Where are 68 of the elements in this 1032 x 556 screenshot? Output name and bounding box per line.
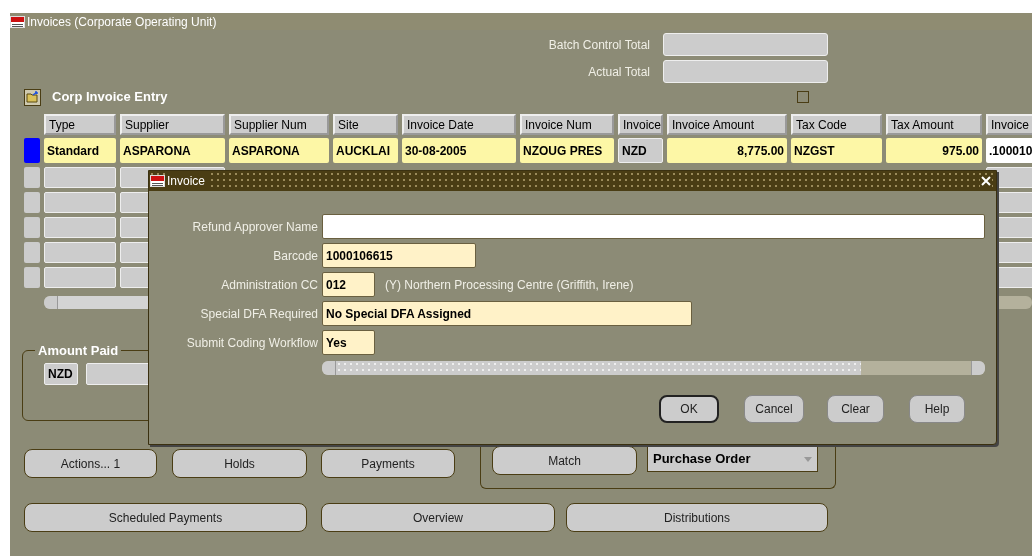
button[interactable]: Match	[492, 446, 637, 475]
checkbox[interactable]	[797, 91, 809, 103]
table-cell[interactable]: NZD	[618, 138, 663, 163]
row-marker[interactable]	[24, 242, 40, 263]
field-description: (Y) Northern Processing Centre (Griffith, Irene)	[385, 276, 634, 294]
row-marker[interactable]	[24, 138, 40, 163]
input-field[interactable]: 012	[322, 272, 375, 297]
table-cell[interactable]: 30-08-2005	[402, 138, 516, 163]
button[interactable]: Help	[909, 395, 965, 423]
table-cell[interactable]: NZOUG PRES	[520, 138, 614, 163]
currency-field[interactable]: NZD	[44, 362, 78, 385]
table-cell[interactable]	[44, 192, 116, 213]
table-cell[interactable]: ASPARONA	[229, 138, 329, 163]
column-header[interactable]: Site	[333, 114, 398, 135]
window-title: Invoices (Corporate Operating Unit)	[27, 13, 217, 31]
table-cell[interactable]: .100010	[986, 138, 1032, 163]
button[interactable]: Scheduled Payments	[24, 503, 307, 532]
table-cell[interactable]: 975.00	[886, 138, 982, 163]
column-header[interactable]: Invoice Num	[520, 114, 614, 135]
field-label: Actual Total	[588, 63, 650, 81]
column-header[interactable]: Tax Code	[791, 114, 882, 135]
button[interactable]: Overview	[321, 503, 555, 532]
button[interactable]: Payments	[321, 449, 455, 478]
row-marker[interactable]	[24, 267, 40, 288]
dropdown[interactable]: Purchase Order	[647, 446, 818, 472]
logo-icon	[10, 15, 25, 28]
row-marker[interactable]	[24, 217, 40, 238]
table-cell[interactable]	[44, 217, 116, 238]
table-cell[interactable]: AUCKLAI	[333, 138, 398, 163]
table-cell[interactable]: ASPARONA	[120, 138, 225, 163]
column-header[interactable]: Supplier Num	[229, 114, 329, 135]
button[interactable]: Holds	[172, 449, 307, 478]
field-label: Administration CC	[221, 276, 318, 294]
column-header[interactable]: Tax Amount	[886, 114, 982, 135]
button[interactable]: Clear	[827, 395, 884, 423]
button[interactable]: Actions... 1	[24, 449, 157, 478]
row-marker[interactable]	[24, 167, 40, 188]
table-cell[interactable]	[44, 267, 116, 288]
button[interactable]: Distributions	[566, 503, 828, 532]
column-header[interactable]: Type	[44, 114, 116, 135]
column-header[interactable]: Invoice Date	[402, 114, 516, 135]
button[interactable]: OK	[659, 395, 719, 423]
input-field[interactable]	[322, 214, 985, 239]
field-label: Special DFA Required	[200, 305, 318, 323]
field-label: Batch Control Total	[548, 36, 650, 54]
table-cell[interactable]	[44, 242, 116, 263]
block-title: Corp Invoice Entry	[52, 89, 168, 105]
input-field[interactable]: Yes	[322, 330, 375, 355]
column-header[interactable]: Supplier	[120, 114, 225, 135]
input-field[interactable]: 1000106615	[322, 243, 476, 268]
close-icon[interactable]	[980, 175, 992, 187]
folder-icon[interactable]	[24, 88, 41, 106]
column-header[interactable]: Invoice	[618, 114, 663, 135]
caret-icon	[804, 456, 812, 462]
table-cell[interactable]: 8,775.00	[667, 138, 787, 163]
input-field[interactable]: No Special DFA Assigned	[322, 301, 692, 326]
scrollbar[interactable]	[322, 361, 985, 375]
column-header[interactable]: Invoice Amount	[667, 114, 787, 135]
dropdown-value: Purchase Order	[653, 450, 751, 469]
table-cell[interactable]	[44, 167, 116, 188]
column-header[interactable]: Invoice	[986, 114, 1032, 135]
field-label: Refund Approver Name	[192, 218, 318, 236]
button[interactable]: Cancel	[744, 395, 804, 423]
row-marker[interactable]	[24, 192, 40, 213]
logo-icon	[150, 175, 165, 187]
table-cell[interactable]: NZGST	[791, 138, 882, 163]
table-cell[interactable]: Standard	[44, 138, 116, 163]
field-label: Barcode	[273, 247, 318, 265]
